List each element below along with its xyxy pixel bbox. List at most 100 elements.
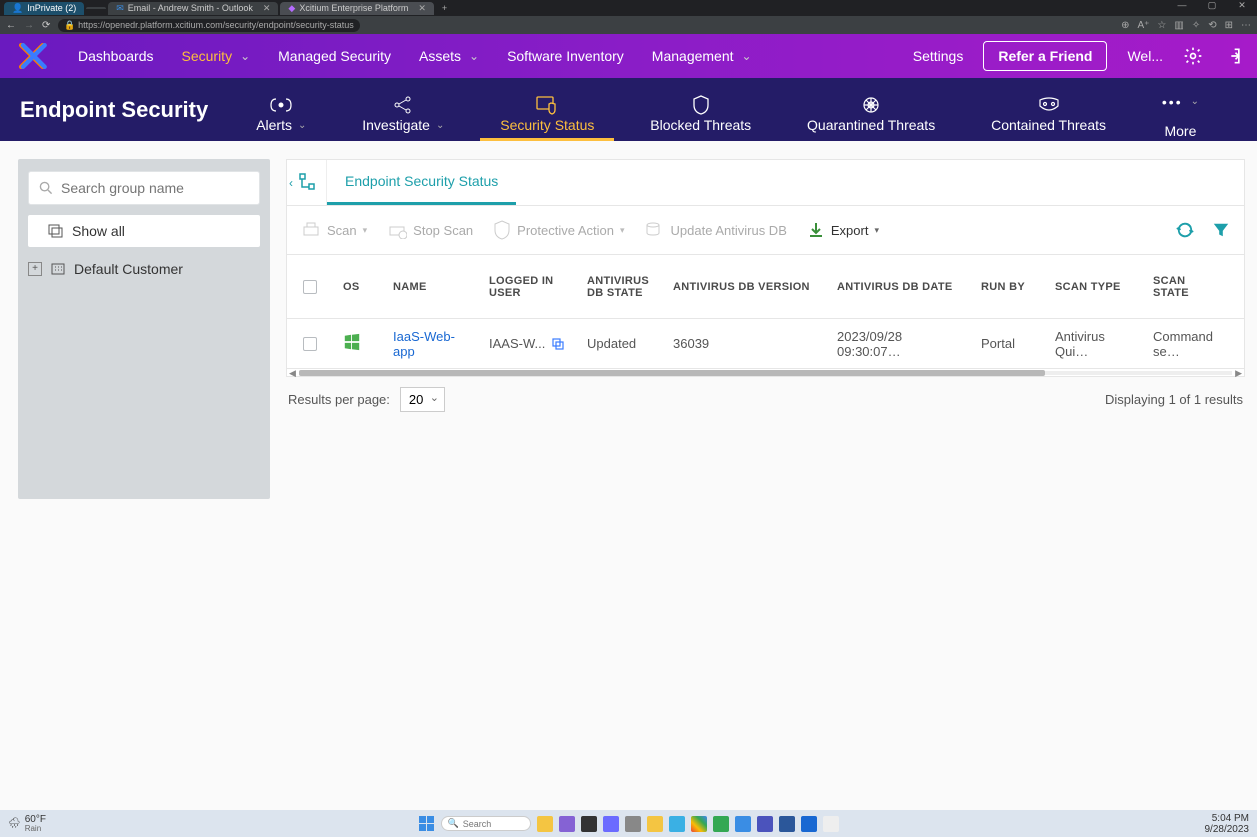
split-icon[interactable]: ▥: [1174, 20, 1183, 31]
subnav-security-status[interactable]: Security Status: [500, 78, 594, 141]
subnav-contained-threats[interactable]: Contained Threats: [991, 78, 1106, 141]
nav-management[interactable]: Management: [652, 48, 752, 64]
close-icon[interactable]: ✕: [263, 3, 271, 14]
taskbar-app-icon[interactable]: [735, 816, 751, 832]
tree-root[interactable]: + Default Customer: [18, 255, 270, 283]
zoom-icon[interactable]: ⊕: [1121, 20, 1129, 31]
refer-friend-button[interactable]: Refer a Friend: [983, 41, 1107, 71]
page-size-select[interactable]: 20: [400, 387, 445, 412]
radar-icon: [266, 95, 296, 115]
tab-xcitium[interactable]: ◆Xcitium Enterprise Platform✕: [280, 2, 434, 15]
cell-name[interactable]: IaaS-Web-app: [383, 329, 479, 359]
weather-widget[interactable]: 🌧 60°FRain: [0, 815, 54, 833]
read-aloud-icon[interactable]: A⁺: [1137, 20, 1149, 31]
show-all-button[interactable]: Show all: [28, 215, 260, 247]
win-close[interactable]: ✕: [1227, 0, 1257, 16]
favorite-icon[interactable]: ☆: [1157, 20, 1166, 31]
col-dbver[interactable]: ANTIVIRUS DB VERSION: [663, 281, 827, 293]
sync-icon[interactable]: ⟲: [1208, 20, 1216, 31]
taskbar-app-icon[interactable]: [757, 816, 773, 832]
content-tab[interactable]: Endpoint Security Status: [327, 160, 516, 205]
sidebar: Show all + Default Customer: [18, 159, 270, 499]
col-scanstate[interactable]: SCAN STATE: [1143, 275, 1228, 299]
subnav-investigate[interactable]: Investigate⌄: [362, 78, 444, 141]
taskbar-clock[interactable]: 5:04 PM 9/28/2023: [1197, 813, 1257, 835]
close-icon[interactable]: ✕: [418, 3, 426, 14]
tab-outlook[interactable]: ✉Email - Andrew Smith - Outlook✕: [108, 2, 278, 15]
db-refresh-icon: [645, 221, 665, 239]
taskbar-app-icon[interactable]: [581, 816, 597, 832]
nav-dashboards[interactable]: Dashboards: [78, 48, 154, 64]
col-dbdate[interactable]: ANTIVIRUS DB DATE: [827, 281, 971, 293]
user-menu[interactable]: Wel...: [1127, 48, 1163, 64]
win-min[interactable]: —: [1167, 0, 1197, 16]
tab-fav[interactable]: [86, 7, 106, 9]
col-dbstate[interactable]: ANTIVIRUS DB STATE: [577, 275, 663, 299]
new-tab-button[interactable]: +: [436, 3, 453, 13]
search-icon: [39, 181, 53, 195]
stop-scan-button[interactable]: Stop Scan: [387, 221, 473, 239]
search-input[interactable]: [61, 180, 249, 196]
taskbar-app-icon[interactable]: [603, 816, 619, 832]
windows-icon: [343, 333, 361, 351]
scan-button[interactable]: Scan▾: [301, 221, 367, 239]
browser-tabbar: 👤InPrivate (2) ✉Email - Andrew Smith - O…: [0, 0, 1257, 16]
subnav-alerts[interactable]: Alerts⌄: [256, 78, 306, 141]
copy-icon[interactable]: [551, 337, 565, 351]
col-os[interactable]: OS: [333, 281, 383, 293]
bug-net-icon: [856, 95, 886, 115]
refresh-icon[interactable]: [1176, 221, 1194, 239]
printer-stop-icon: [387, 221, 407, 239]
subnav-quarantined-threats[interactable]: Quarantined Threats: [807, 78, 935, 141]
app-logo[interactable]: [14, 38, 50, 74]
win-max[interactable]: ▢: [1197, 0, 1227, 16]
taskbar-app-icon[interactable]: [647, 816, 663, 832]
subnav-more[interactable]: •••⌄ More: [1162, 78, 1199, 141]
expand-icon[interactable]: +: [28, 262, 42, 276]
nav-settings[interactable]: Settings: [913, 48, 964, 64]
back-button[interactable]: ←: [6, 20, 16, 31]
url-field[interactable]: 🔒 https://openedr.platform.xcitium.com/s…: [58, 19, 359, 32]
collections-icon[interactable]: ✧: [1192, 20, 1200, 31]
scroll-left-icon[interactable]: ◀: [289, 368, 296, 379]
content-header: ‹ Endpoint Security Status: [286, 159, 1245, 205]
menu-icon[interactable]: ⋯: [1241, 20, 1251, 31]
scroll-right-icon[interactable]: ▶: [1235, 368, 1242, 379]
screen-shield-icon: [532, 95, 562, 115]
nav-managed-security[interactable]: Managed Security: [278, 48, 391, 64]
taskbar-app-icon[interactable]: [625, 816, 641, 832]
taskbar-app-icon[interactable]: [801, 816, 817, 832]
col-scantype[interactable]: SCAN TYPE: [1045, 281, 1143, 293]
protective-action-button[interactable]: Protective Action▾: [493, 220, 624, 240]
taskbar-app-icon[interactable]: [779, 816, 795, 832]
taskbar-app-icon[interactable]: [823, 816, 839, 832]
exit-icon[interactable]: [1223, 46, 1243, 66]
tab-inprivate[interactable]: 👤InPrivate (2): [4, 2, 84, 15]
tree-collapse-button[interactable]: ‹: [287, 160, 327, 205]
taskbar-app-icon[interactable]: [713, 816, 729, 832]
search-group[interactable]: [28, 171, 260, 205]
taskbar-app-icon[interactable]: [669, 816, 685, 832]
taskbar-app-icon[interactable]: [537, 816, 553, 832]
update-db-button[interactable]: Update Antivirus DB: [645, 221, 787, 239]
taskbar-app-icon[interactable]: [559, 816, 575, 832]
col-runby[interactable]: RUN BY: [971, 281, 1045, 293]
filter-icon[interactable]: [1212, 221, 1230, 239]
subnav-blocked-threats[interactable]: Blocked Threats: [650, 78, 751, 141]
col-user[interactable]: LOGGED IN USER: [479, 275, 577, 299]
nav-security[interactable]: Security: [182, 48, 251, 64]
gear-icon[interactable]: [1183, 46, 1203, 66]
extensions-icon[interactable]: ⊞: [1225, 20, 1233, 31]
export-button[interactable]: Export▾: [807, 221, 879, 239]
horizontal-scrollbar[interactable]: ◀ ▶: [286, 369, 1245, 377]
start-icon[interactable]: [419, 816, 435, 832]
row-checkbox[interactable]: [303, 337, 317, 351]
taskbar-search[interactable]: 🔍Search: [441, 816, 531, 831]
nav-assets[interactable]: Assets: [419, 48, 479, 64]
taskbar-app-icon[interactable]: [691, 816, 707, 832]
nav-software-inventory[interactable]: Software Inventory: [507, 48, 624, 64]
table-row[interactable]: IaaS-Web-app IAAS-W... Updated 36039 202…: [286, 319, 1245, 369]
reload-button[interactable]: ⟳: [42, 20, 50, 31]
col-name[interactable]: NAME: [383, 281, 479, 293]
select-all-checkbox[interactable]: [303, 280, 317, 294]
